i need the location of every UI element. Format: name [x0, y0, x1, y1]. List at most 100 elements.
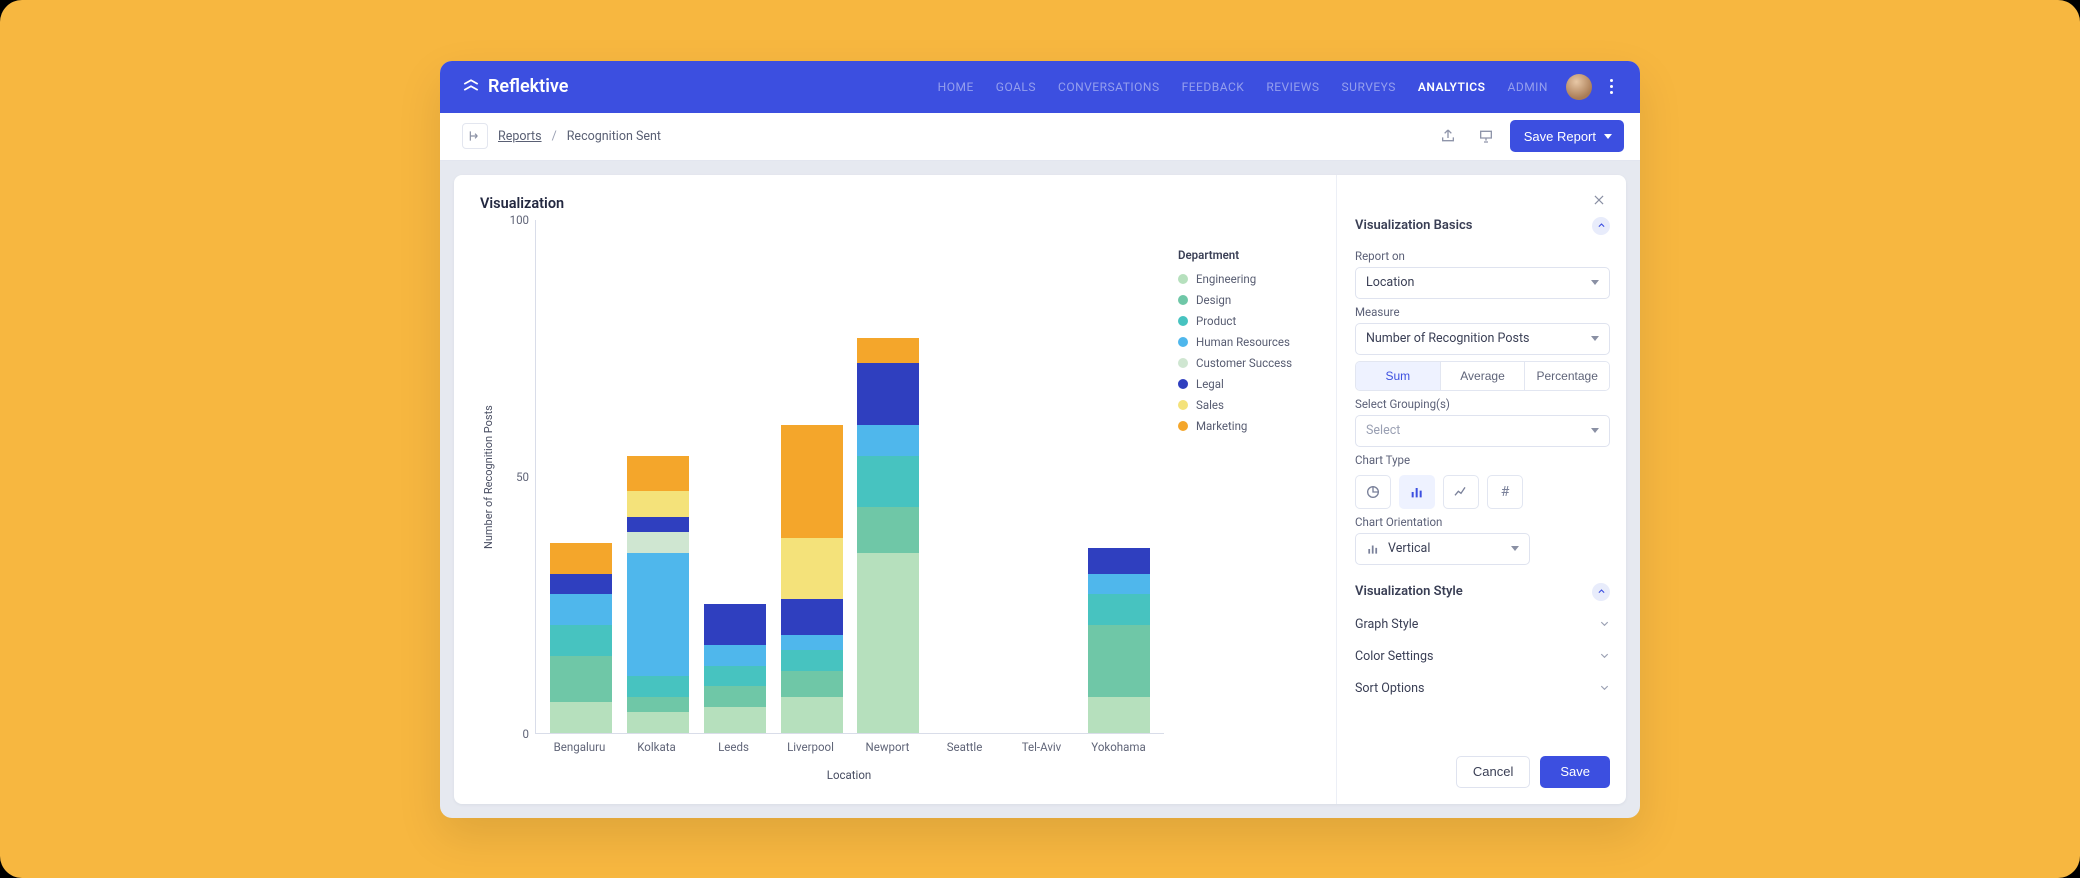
bar-segment	[857, 456, 919, 507]
legend-item[interactable]: Customer Success	[1178, 356, 1316, 370]
breadcrumb-reports[interactable]: Reports	[498, 129, 542, 144]
chart-type-line[interactable]	[1443, 475, 1479, 509]
bar-segment	[1088, 697, 1150, 733]
bar-segment	[857, 553, 919, 733]
bar-segment	[627, 532, 689, 553]
brand-name: Reflektive	[488, 76, 568, 97]
bar-liverpool[interactable]	[781, 425, 843, 733]
legend-item[interactable]: Product	[1178, 314, 1316, 328]
chart-type-number[interactable]: #	[1487, 475, 1523, 509]
bar-yokohama[interactable]	[1088, 548, 1150, 733]
style-row-color-settings[interactable]: Color Settings	[1355, 641, 1610, 673]
caret-down-icon	[1591, 428, 1599, 433]
bar-segment	[627, 712, 689, 733]
style-row-sort-options[interactable]: Sort Options	[1355, 673, 1610, 705]
chart-type-pie[interactable]	[1355, 475, 1391, 509]
legend-swatch	[1178, 274, 1188, 284]
bar-segment	[550, 594, 612, 625]
x-axis-label: Location	[480, 754, 1164, 788]
nav-surveys[interactable]: SURVEYS	[1342, 80, 1396, 94]
nav-conversations[interactable]: CONVERSATIONS	[1058, 80, 1160, 94]
legend-item[interactable]: Marketing	[1178, 419, 1316, 433]
save-button[interactable]: Save	[1540, 756, 1610, 788]
nav-analytics[interactable]: ANALYTICS	[1418, 80, 1486, 94]
legend-swatch	[1178, 400, 1188, 410]
measure-select[interactable]: Number of Recognition Posts	[1355, 323, 1610, 355]
x-ticks: BengaluruKolkataLeedsLiverpoolNewportSea…	[480, 734, 1164, 754]
save-report-label: Save Report	[1524, 129, 1596, 144]
grouping-select[interactable]: Select	[1355, 415, 1610, 447]
caret-down-icon	[1591, 336, 1599, 341]
legend-swatch	[1178, 337, 1188, 347]
avatar[interactable]	[1566, 74, 1592, 100]
x-tick: Bengaluru	[548, 740, 611, 754]
brand-logo-icon	[462, 78, 480, 96]
overflow-menu-icon[interactable]	[1600, 74, 1622, 100]
nav-goals[interactable]: GOALS	[996, 80, 1036, 94]
legend-item[interactable]: Legal	[1178, 377, 1316, 391]
chart-plot	[535, 220, 1164, 734]
chevron-up-icon[interactable]	[1592, 217, 1610, 235]
bar-kolkata[interactable]	[627, 455, 689, 732]
brand: Reflektive	[462, 76, 568, 97]
chart-wrap: Number of Recognition Posts 050100 Benga…	[480, 220, 1324, 788]
bar-segment	[857, 363, 919, 425]
bar-segment	[1088, 594, 1150, 625]
close-icon[interactable]	[1588, 189, 1610, 211]
bar-segment	[1088, 574, 1150, 595]
bar-segment	[550, 625, 612, 656]
nav-feedback[interactable]: FEEDBACK	[1182, 80, 1245, 94]
caret-down-icon	[1591, 280, 1599, 285]
orientation-select[interactable]: Vertical	[1355, 533, 1530, 565]
bar-segment	[627, 491, 689, 517]
bar-segment	[781, 650, 843, 671]
report-on-select[interactable]: Location	[1355, 267, 1610, 299]
cancel-button[interactable]: Cancel	[1456, 756, 1530, 788]
agg-sum[interactable]: Sum	[1356, 362, 1440, 390]
exit-icon[interactable]	[462, 123, 488, 149]
bar-segment	[627, 456, 689, 492]
bar-segment	[857, 425, 919, 456]
present-icon[interactable]	[1472, 122, 1500, 150]
bar-segment	[781, 697, 843, 733]
action-bar: Reports / Recognition Sent Save Report	[440, 113, 1640, 161]
share-icon[interactable]	[1434, 122, 1462, 150]
agg-percentage[interactable]: Percentage	[1524, 362, 1609, 390]
card: Visualization Number of Recognition Post…	[454, 175, 1626, 804]
bar-segment	[550, 574, 612, 595]
style-row-graph-style[interactable]: Graph Style	[1355, 609, 1610, 641]
chart-type-bar[interactable]	[1399, 475, 1435, 509]
chevron-down-icon	[1599, 650, 1610, 664]
report-on-label: Report on	[1355, 249, 1610, 263]
visualization-title: Visualization	[480, 195, 1324, 212]
nav-home[interactable]: HOME	[938, 80, 974, 94]
y-ticks: 050100	[495, 220, 535, 734]
legend-item[interactable]: Human Resources	[1178, 335, 1316, 349]
save-report-button[interactable]: Save Report	[1510, 120, 1624, 152]
y-tick: 50	[516, 470, 529, 484]
legend-item[interactable]: Sales	[1178, 398, 1316, 412]
legend-swatch	[1178, 295, 1188, 305]
bar-segment	[781, 671, 843, 697]
bar-segment	[550, 702, 612, 733]
x-tick: Liverpool	[779, 740, 842, 754]
caret-down-icon	[1511, 546, 1519, 551]
measure-label: Measure	[1355, 305, 1610, 319]
chevron-down-icon	[1599, 618, 1610, 632]
bar-segment	[627, 697, 689, 712]
top-nav: Reflektive HOME GOALS CONVERSATIONS FEEDBAC…	[440, 61, 1640, 113]
settings-panel: Visualization Basics Report on Location …	[1336, 175, 1626, 804]
bar-bengaluru[interactable]	[550, 543, 612, 733]
nav-reviews[interactable]: REVIEWS	[1266, 80, 1319, 94]
bar-leeds[interactable]	[704, 604, 766, 732]
y-tick: 0	[523, 727, 529, 741]
legend-item[interactable]: Engineering	[1178, 272, 1316, 286]
nav-admin[interactable]: ADMIN	[1507, 80, 1548, 94]
legend-item[interactable]: Design	[1178, 293, 1316, 307]
agg-average[interactable]: Average	[1440, 362, 1525, 390]
visualization-area: Visualization Number of Recognition Post…	[454, 175, 1336, 804]
bar-newport[interactable]	[857, 338, 919, 733]
chevron-up-icon[interactable]	[1592, 583, 1610, 601]
x-tick: Yokohama	[1087, 740, 1150, 754]
bar-segment	[781, 425, 843, 538]
